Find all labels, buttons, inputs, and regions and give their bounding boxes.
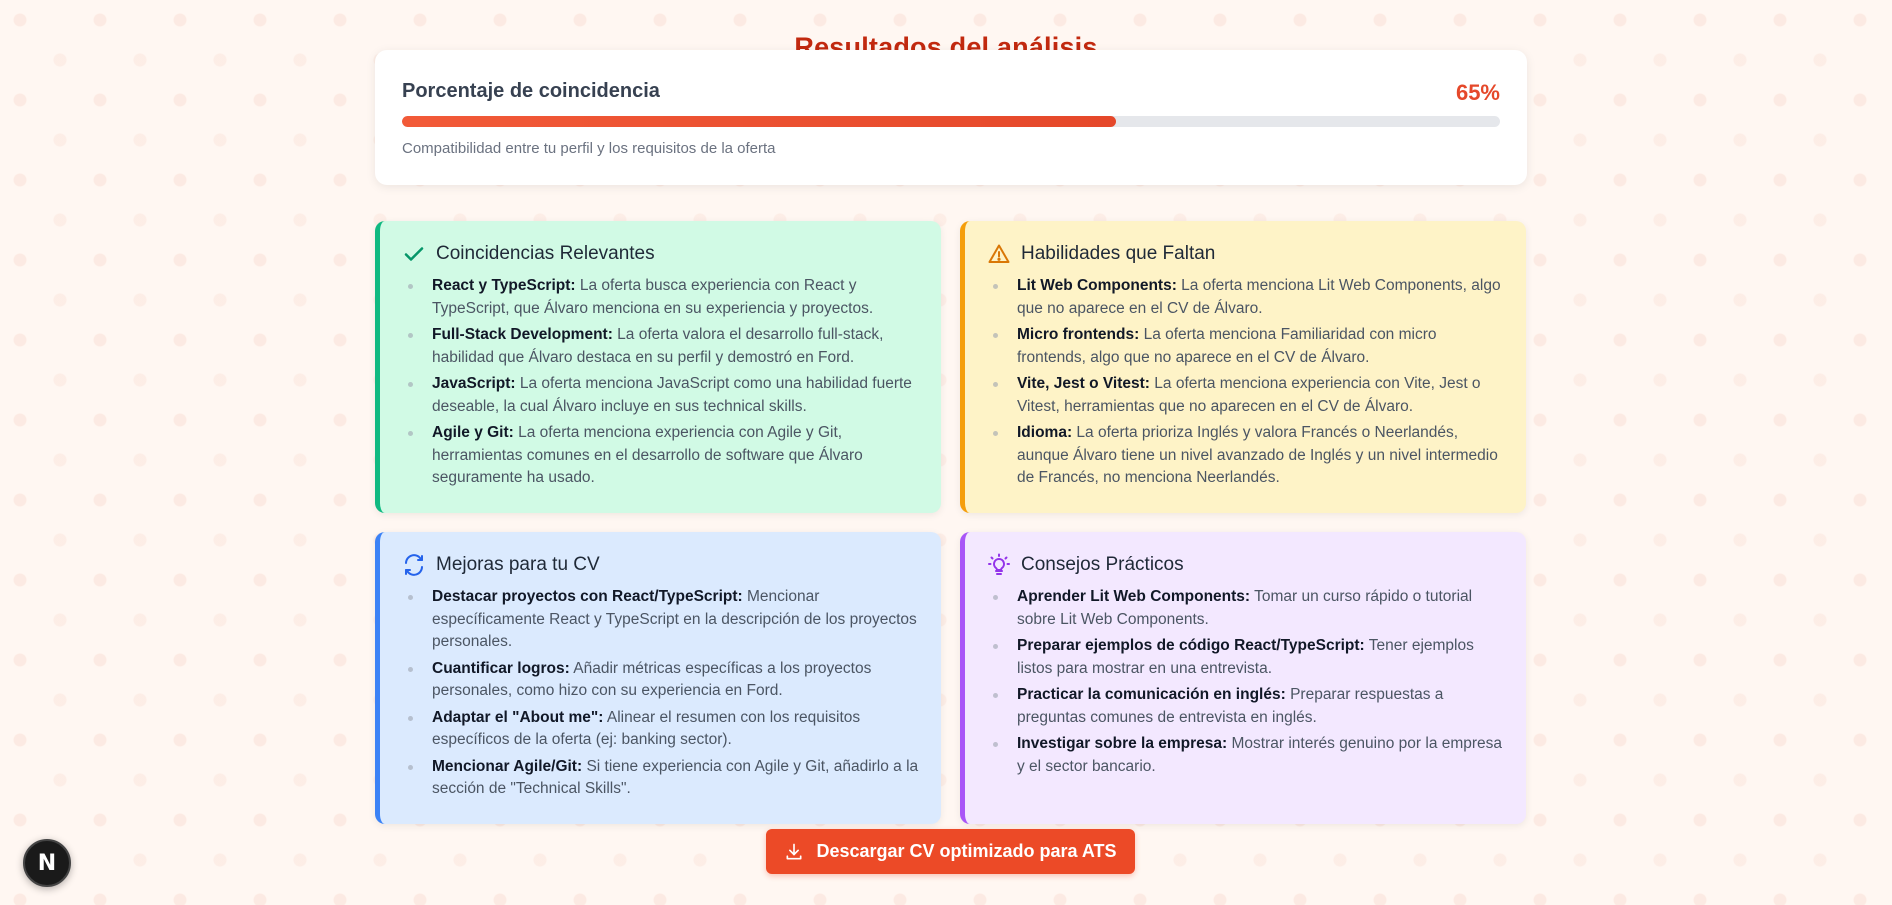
list-item: JavaScript: La oferta menciona JavaScrip… xyxy=(408,373,921,418)
card-title: Habilidades que Faltan xyxy=(1021,243,1216,264)
improvements-list: Destacar proyectos con React/TypeScript:… xyxy=(402,586,921,801)
tips-list: Aprender Lit Web Components: Tomar un cu… xyxy=(987,586,1506,778)
download-icon xyxy=(786,843,802,859)
match-progress-bar xyxy=(402,116,1500,127)
list-item: Agile y Git: La oferta menciona experien… xyxy=(408,422,921,490)
list-item: Full-Stack Development: La oferta valora… xyxy=(408,324,921,369)
nextjs-logo-icon[interactable]: N xyxy=(23,839,71,887)
list-item: Aprender Lit Web Components: Tomar un cu… xyxy=(993,586,1506,631)
match-subtitle: Compatibilidad entre tu perfil y los req… xyxy=(402,140,776,157)
list-item: Destacar proyectos con React/TypeScript:… xyxy=(408,586,921,654)
check-icon xyxy=(404,247,424,261)
missing-skills-card: Habilidades que Faltan Lit Web Component… xyxy=(960,221,1526,513)
list-item: Micro frontends: La oferta menciona Fami… xyxy=(993,324,1506,369)
list-item: Adaptar el "About me": Alinear el resume… xyxy=(408,707,921,752)
match-percentage-card: Porcentaje de coincidencia 65% Compatibi… xyxy=(375,50,1527,185)
card-title: Coincidencias Relevantes xyxy=(436,243,655,264)
match-progress-fill xyxy=(402,116,1116,127)
refresh-icon xyxy=(405,554,423,576)
download-cv-button[interactable]: Descargar CV optimizado para ATS xyxy=(766,829,1135,874)
list-item: Preparar ejemplos de código React/TypeSc… xyxy=(993,635,1506,680)
warning-icon xyxy=(988,244,1010,263)
list-item: Cuantificar logros: Añadir métricas espe… xyxy=(408,658,921,703)
list-item: Investigar sobre la empresa: Mostrar int… xyxy=(993,733,1506,778)
relevant-matches-card: Coincidencias Relevantes React y TypeScr… xyxy=(375,221,941,513)
list-item: React y TypeScript: La oferta busca expe… xyxy=(408,275,921,320)
list-item: Practicar la comunicación en inglés: Pre… xyxy=(993,684,1506,729)
match-title: Porcentaje de coincidencia xyxy=(402,80,660,102)
list-item: Mencionar Agile/Git: Si tiene experienci… xyxy=(408,756,921,801)
list-item: Idioma: La oferta prioriza Inglés y valo… xyxy=(993,422,1506,490)
relevant-list: React y TypeScript: La oferta busca expe… xyxy=(402,275,921,490)
list-item: Lit Web Components: La oferta menciona L… xyxy=(993,275,1506,320)
match-percent: 65% xyxy=(1455,80,1500,105)
lightbulb-icon xyxy=(988,553,1010,575)
cv-improvements-card: Mejoras para tu CV Destacar proyectos co… xyxy=(375,532,941,824)
card-title: Consejos Prácticos xyxy=(1021,554,1184,575)
list-item: Vite, Jest o Vitest: La oferta menciona … xyxy=(993,373,1506,418)
card-title: Mejoras para tu CV xyxy=(436,554,600,575)
download-label: Descargar CV optimizado para ATS xyxy=(816,841,1117,861)
missing-list: Lit Web Components: La oferta menciona L… xyxy=(987,275,1506,490)
practical-tips-card: Consejos Prácticos Aprender Lit Web Comp… xyxy=(960,532,1526,824)
